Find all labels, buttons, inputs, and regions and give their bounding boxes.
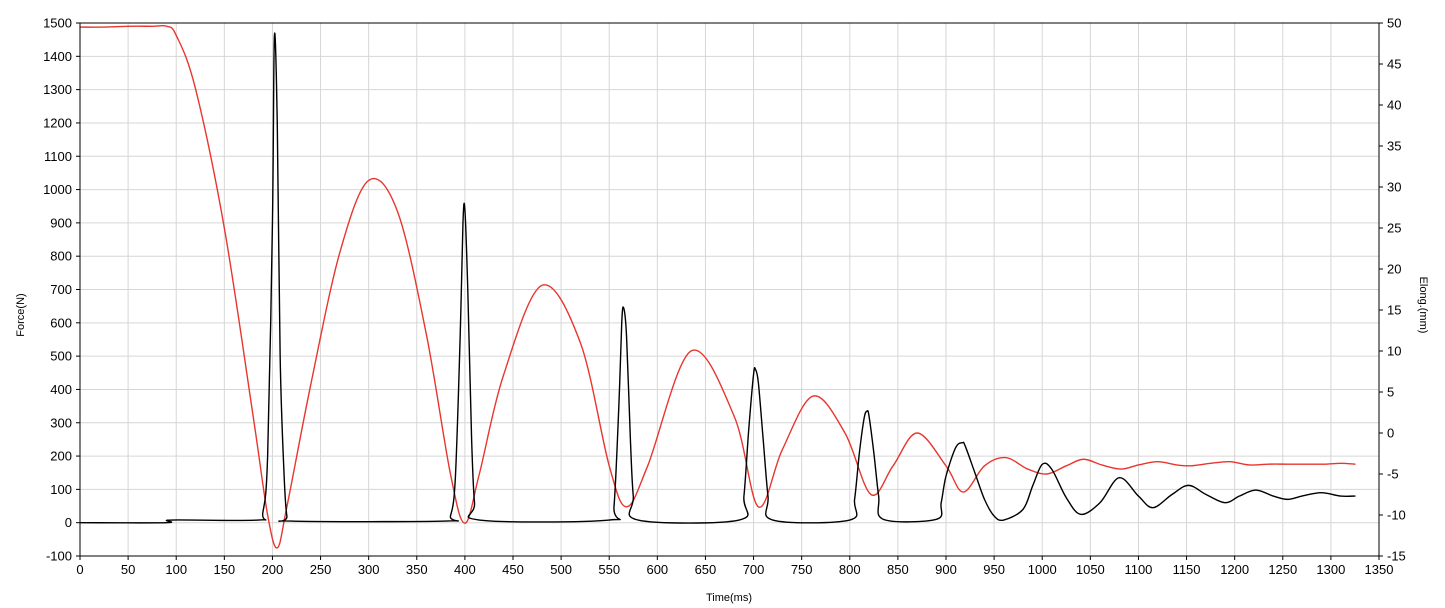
x-tick-label: 300 <box>358 562 380 577</box>
right-y-tick-label: 0 <box>1387 426 1394 441</box>
right-y-tick-label: 25 <box>1387 221 1401 236</box>
left-y-tick-label: 1100 <box>44 149 72 164</box>
right-y-tick-label: -10 <box>1387 508 1406 523</box>
left-y-tick-label: 400 <box>50 382 72 397</box>
force-series-line <box>79 32 1356 524</box>
x-tick-label: 100 <box>165 562 187 577</box>
right-y-axis-title: Elong.(mm) <box>1417 277 1429 334</box>
x-tick-label: 1350 <box>1365 562 1394 577</box>
left-y-tick-label: 1200 <box>43 115 72 130</box>
left-y-tick-label: 0 <box>65 515 72 530</box>
x-tick-label: 400 <box>454 562 476 577</box>
x-tick-label: 650 <box>695 562 717 577</box>
left-y-tick-label: 1400 <box>43 49 72 64</box>
x-tick-label: 350 <box>406 562 428 577</box>
left-y-tick-label: 100 <box>50 482 72 497</box>
left-y-tick-label: -100 <box>46 549 72 564</box>
x-tick-label: 1300 <box>1316 562 1345 577</box>
right-y-tick-label: 40 <box>1387 98 1401 113</box>
x-tick-label: 700 <box>743 562 765 577</box>
tick-labels: 0 50 100 150 200 250 300 350 400 450 500 550 600 650 7… <box>43 16 1406 578</box>
right-y-tick-label: 15 <box>1387 303 1401 318</box>
x-tick-label: 1000 <box>1028 562 1057 577</box>
left-y-tick-label: 900 <box>50 215 72 230</box>
right-y-tick-label: -15 <box>1387 549 1406 564</box>
x-tick-label: 200 <box>262 562 284 577</box>
x-tick-label: 250 <box>310 562 332 577</box>
left-y-tick-label: 300 <box>50 415 72 430</box>
left-y-tick-label: 200 <box>50 449 72 464</box>
x-tick-label: 800 <box>839 562 861 577</box>
x-tick-label: 1200 <box>1220 562 1249 577</box>
x-tick-label: 500 <box>550 562 572 577</box>
left-y-tick-label: 600 <box>50 315 72 330</box>
x-tick-label: 750 <box>791 562 813 577</box>
x-tick-label: 1050 <box>1076 562 1105 577</box>
x-tick-label: 900 <box>935 562 957 577</box>
left-y-tick-label: 1300 <box>43 82 72 97</box>
x-tick-label: 600 <box>646 562 668 577</box>
right-y-tick-label: 35 <box>1387 139 1401 154</box>
x-tick-label: 1100 <box>1124 562 1152 577</box>
left-y-tick-label: 700 <box>50 282 72 297</box>
x-tick-label: 850 <box>887 562 909 577</box>
grid <box>79 22 1380 557</box>
x-tick-label: 450 <box>502 562 524 577</box>
x-tick-label: 0 <box>76 562 83 577</box>
x-tick-label: 50 <box>121 562 135 577</box>
x-tick-label: 550 <box>598 562 620 577</box>
force-elongation-chart: 0 50 100 150 200 250 300 350 400 450 500 550 600 650 7… <box>15 16 1429 605</box>
x-tick-label: 950 <box>983 562 1005 577</box>
right-y-tick-label: 10 <box>1387 344 1401 359</box>
chart-container: 0 50 100 150 200 250 300 350 400 450 500 550 600 650 7… <box>0 0 1445 608</box>
right-y-tick-label: -5 <box>1387 467 1399 482</box>
left-y-tick-label: 800 <box>50 249 72 264</box>
right-y-tick-label: 20 <box>1387 262 1401 277</box>
left-y-tick-label: 1500 <box>43 16 72 31</box>
x-tick-label: 1250 <box>1268 562 1297 577</box>
right-y-tick-label: 50 <box>1387 16 1401 31</box>
left-y-axis-title: Force(N) <box>15 293 27 336</box>
series-layer <box>79 24 1356 549</box>
x-tick-label: 1150 <box>1173 562 1201 577</box>
x-axis-title: Time(ms) <box>706 592 752 604</box>
right-y-tick-label: 45 <box>1387 57 1401 72</box>
right-y-tick-label: 30 <box>1387 180 1401 195</box>
left-y-tick-label: 500 <box>50 349 72 364</box>
right-y-tick-label: 5 <box>1387 385 1394 400</box>
left-y-tick-label: 1000 <box>43 182 72 197</box>
x-tick-label: 150 <box>213 562 235 577</box>
